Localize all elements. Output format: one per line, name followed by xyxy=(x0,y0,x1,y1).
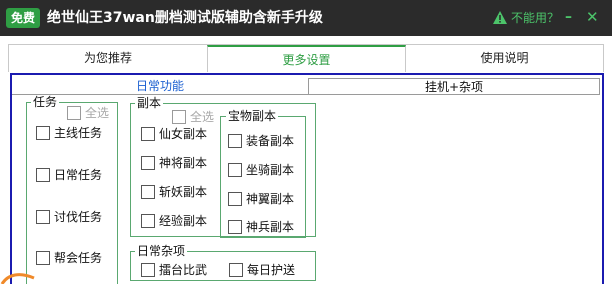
tab-more-settings[interactable]: 更多设置 xyxy=(207,45,406,72)
title-bar: 免费 绝世仙王37wan删档测试版辅助含新手升级 不能用？ – ✕ xyxy=(0,0,612,36)
treasure-dungeons-group-title: 宝物副本 xyxy=(226,109,279,123)
sub-tab-bar: 日常功能 挂机+杂项 xyxy=(12,78,602,95)
checkbox-box xyxy=(36,251,50,265)
checkbox-label: 每日护送 xyxy=(247,263,296,277)
subtab-afk-misc[interactable]: 挂机+杂项 xyxy=(308,78,600,95)
dungeons-group-title: 副本 xyxy=(135,96,164,110)
checkbox-label: 全选 xyxy=(85,106,110,120)
close-button[interactable]: ✕ xyxy=(586,9,599,25)
checkbox-box xyxy=(228,220,242,234)
checkbox-label: 全选 xyxy=(190,110,215,124)
logo-fragment-icon xyxy=(0,273,35,284)
tab-recommend[interactable]: 为您推荐 xyxy=(9,45,207,72)
checkbox-label: 神翼副本 xyxy=(246,192,295,206)
tasks-group: 任务 全选 主线任务 日常任务 讨伐任务 帮会任务 xyxy=(26,95,118,284)
checkbox-label: 坐骑副本 xyxy=(246,163,295,177)
checkbox-label: 擂台比武 xyxy=(159,263,208,277)
checkbox-box xyxy=(36,210,50,224)
checkbox-box xyxy=(141,214,155,228)
daily-misc-group: 日常杂项 擂台比武 每日护送 xyxy=(130,244,316,281)
checkbox-label: 神将副本 xyxy=(159,156,208,170)
warning-icon xyxy=(493,11,507,24)
tasks-group-title: 任务 xyxy=(31,95,60,109)
checkbox-label: 斩妖副本 xyxy=(159,185,208,199)
daily-misc-group-title: 日常杂项 xyxy=(135,244,188,258)
main-tab-bar: 为您推荐 更多设置 使用说明 xyxy=(8,44,604,72)
dungeons-group: 副本 全选 仙女副本 神将副本 斩妖副本 经验副本 宝物副本 装备副本 坐骑副本… xyxy=(130,96,316,238)
checkbox-label: 装备副本 xyxy=(246,134,295,148)
checkbox-box xyxy=(141,263,155,277)
checkbox-box xyxy=(141,185,155,199)
subtab-daily-functions[interactable]: 日常功能 xyxy=(12,78,308,95)
settings-panel: 日常功能 挂机+杂项 任务 全选 主线任务 日常任务 讨伐任务 帮会任务 副本 xyxy=(10,73,604,284)
treasure-dungeons-group: 宝物副本 装备副本 坐骑副本 神翼副本 神兵副本 xyxy=(220,109,306,238)
checkbox-label: 神兵副本 xyxy=(246,220,295,234)
checkbox-box xyxy=(141,156,155,170)
tab-instructions[interactable]: 使用说明 xyxy=(406,45,603,72)
checkbox-box xyxy=(228,134,242,148)
checkbox-box xyxy=(67,106,81,120)
checkbox-label: 讨伐任务 xyxy=(54,210,103,224)
minimize-button[interactable]: – xyxy=(565,9,572,25)
checkbox-label: 仙女副本 xyxy=(159,127,208,141)
checkbox-box xyxy=(141,127,155,141)
checkbox-label: 帮会任务 xyxy=(54,251,103,265)
checkbox-label: 日常任务 xyxy=(54,168,103,182)
checkbox-label: 经验副本 xyxy=(159,214,208,228)
window-title: 绝世仙王37wan删档测试版辅助含新手升级 xyxy=(47,10,323,26)
checkbox-box xyxy=(36,126,50,140)
checkbox-box xyxy=(228,192,242,206)
checkbox-label: 主线任务 xyxy=(54,126,103,140)
checkbox-box xyxy=(228,163,242,177)
free-badge: 免费 xyxy=(6,8,41,28)
checkbox-box xyxy=(172,110,186,124)
cannot-use-text: 不能用？ xyxy=(511,11,560,25)
checkbox-box xyxy=(229,263,243,277)
checkbox-box xyxy=(36,168,50,182)
